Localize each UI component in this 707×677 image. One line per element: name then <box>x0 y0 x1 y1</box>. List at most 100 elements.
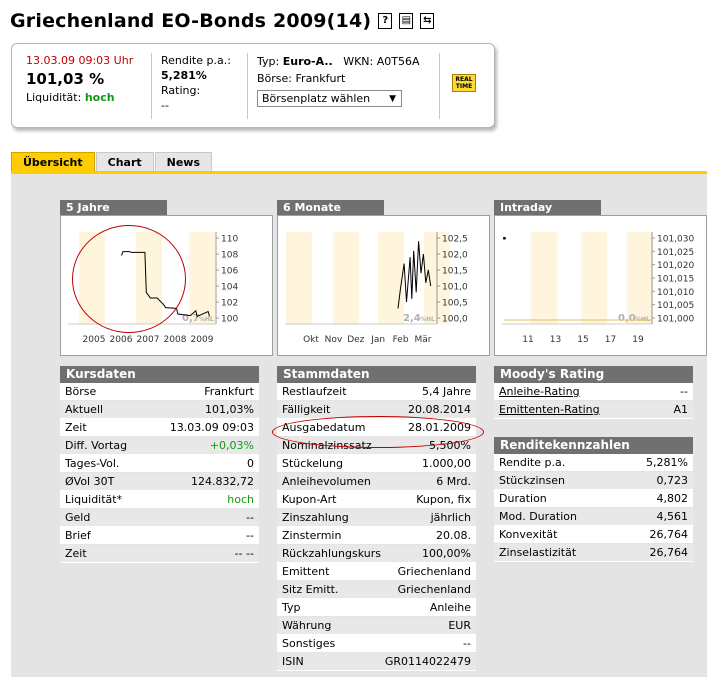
rendite-row: Rendite p.a. 5,281% <box>494 454 693 472</box>
kursdaten-row: Diff. Vortag +0,03% <box>60 437 259 455</box>
rendite-section: Renditekennzahlen Rendite p.a. 5,281% Stüc… <box>494 437 693 562</box>
exchange-line: Börse: Frankfurt <box>257 70 419 87</box>
chart-intraday[interactable]: Intraday 101,030 101,025 101,020 101,015 101… <box>494 200 707 356</box>
annotation-ellipse <box>72 225 186 333</box>
row-value: -- <box>246 529 254 542</box>
chart-x-tick-label: Dez <box>347 335 364 345</box>
chart-y-tick-label: 101,5 <box>442 267 468 277</box>
row-label: Geld <box>65 511 91 524</box>
row-value: 26,764 <box>649 546 689 559</box>
tab-chart[interactable]: Chart <box>95 152 154 172</box>
stammdaten-row: ISIN GR0114022479 <box>277 653 476 671</box>
chart-y-tick-label: 101,025 <box>657 248 694 258</box>
exchange-label: Börse: <box>257 72 293 85</box>
row-value: 100,00% <box>422 547 471 560</box>
stammdaten-row: Zinszahlung jährlich <box>277 509 476 527</box>
chart-x-tick-label: 2005 <box>83 335 106 345</box>
stammdaten-row: Restlaufzeit 5,4 Jahre <box>277 383 476 401</box>
kursdaten-row: Börse Frankfurt <box>60 383 259 401</box>
section-title: Stammdaten <box>277 366 476 383</box>
chart-x-tick-label: 2007 <box>137 335 160 345</box>
chart-band <box>581 232 607 324</box>
row-value: A1 <box>673 403 688 416</box>
chart-y-tick-label: 108 <box>221 251 238 261</box>
chart-y-tick-label: 100,0 <box>442 315 468 325</box>
type-label: Typ: <box>257 55 280 68</box>
quote-info-column: Typ: Euro-A.. WKN: A0T56A Börse: Frankfu… <box>257 53 419 107</box>
row-label: Brief <box>65 529 91 542</box>
row-value: jährlich <box>430 511 471 524</box>
row-value: 1.000,00 <box>422 457 471 470</box>
row-value: -- <box>246 511 254 524</box>
exchange-select[interactable]: Börsenplatz wählen ▼ <box>257 90 402 107</box>
tab-uebersicht[interactable]: Übersicht <box>11 152 95 172</box>
chart-x-tick-label: Okt <box>303 335 319 345</box>
kursdaten-row: Geld -- <box>60 509 259 527</box>
chart-y-tick-label: 106 <box>221 267 238 277</box>
title-row: Griechenland EO-Bonds 2009(14) ? ▤ ⇆ <box>10 8 435 34</box>
row-label: ØVol 30T <box>65 475 115 488</box>
row-label: Stückelung <box>282 457 344 470</box>
kursdaten-rows: Börse Frankfurt Aktuell 101,03% Zeit 13.03.09… <box>60 383 259 563</box>
chart-frame[interactable]: 101,030 101,025 101,020 101,015 101,010 101,0… <box>494 215 707 356</box>
stammdaten-row: Währung EUR <box>277 617 476 635</box>
row-label: Fälligkeit <box>282 403 331 416</box>
chart-y-tick-label: 101,010 <box>657 288 694 298</box>
chart-frame[interactable]: 102,5 102,0 101,5 101,0 100,5 100,0 Okt Nov Dez J… <box>277 215 490 356</box>
chart-y-tick-label: 101,020 <box>657 261 694 271</box>
chart-x-tick-label: Jan <box>370 335 385 345</box>
row-label: Zinstermin <box>282 529 342 542</box>
chart-watermark: 2,4 <box>403 313 421 324</box>
row-value: 0,723 <box>656 474 689 487</box>
chart-x-tick-label: Feb <box>393 335 409 345</box>
chart-y-tick-label: 101,000 <box>657 315 694 325</box>
row-label: Börse <box>65 385 97 398</box>
stammdaten-row: Emittent Griechenland <box>277 563 476 581</box>
row-label: Konvexität <box>499 528 558 541</box>
chart-band <box>378 232 404 324</box>
row-label: Kupon-Art <box>282 493 337 506</box>
kursdaten-row: Liquidität* hoch <box>60 491 259 509</box>
chart-watermark-unit: %HL <box>420 316 435 323</box>
row-label: Emittent <box>282 565 330 578</box>
moodys-row: Anleihe-Rating -- <box>494 383 693 401</box>
rating-label: Rating: <box>161 84 201 97</box>
row-label: Typ <box>282 601 301 614</box>
quote-price: 101,03 % <box>26 70 105 88</box>
chart-y-tick-label: 101,005 <box>657 301 694 311</box>
separator <box>151 53 152 119</box>
print-icon[interactable]: ▤ <box>399 13 414 29</box>
chart-x-tick-label: 19 <box>632 335 644 345</box>
chart-label: Intraday <box>494 200 601 215</box>
liquidity-value: hoch <box>84 91 115 104</box>
chart-y-tick-label: 104 <box>221 283 238 293</box>
row-value: Frankfurt <box>204 385 254 398</box>
chart-label: 6 Monate <box>277 200 384 215</box>
type-wkn-line: Typ: Euro-A.. WKN: A0T56A <box>257 53 419 70</box>
kursdaten-row: Brief -- <box>60 527 259 545</box>
rendite-row: Zinselastizität 26,764 <box>494 544 693 562</box>
chart-data-point <box>503 237 506 240</box>
help-icon[interactable]: ? <box>378 13 393 29</box>
row-label: Diff. Vortag <box>65 439 128 452</box>
row-label: Rückzahlungskurs <box>282 547 381 560</box>
type-value: Euro-A.. <box>282 55 333 68</box>
row-value: 101,03% <box>205 403 254 416</box>
swap-icon[interactable]: ⇆ <box>420 13 435 29</box>
exchange-value: Frankfurt <box>295 72 346 85</box>
page-title: Griechenland EO-Bonds 2009(14) <box>10 10 372 32</box>
row-value: 4,802 <box>656 492 689 505</box>
tab-news[interactable]: News <box>154 152 213 172</box>
row-label: Zeit <box>65 421 87 434</box>
chart-svg: 101,030 101,025 101,020 101,015 101,010 101,0… <box>502 232 694 345</box>
row-label[interactable]: Anleihe-Rating <box>499 383 580 400</box>
row-value: hoch <box>227 493 254 506</box>
stammdaten-row: Zinstermin 20.08. <box>277 527 476 545</box>
chart-band <box>627 232 653 324</box>
rendite-row: Konvexität 26,764 <box>494 526 693 544</box>
stammdaten-row: Kupon-Art Kupon, fix <box>277 491 476 509</box>
chart-y-tick-label: 101,015 <box>657 275 694 285</box>
chart-6-monate[interactable]: 6 Monate 102,5 102,0 101,5 101,0 100,5 100,0 O… <box>277 200 490 356</box>
row-label[interactable]: Emittenten-Rating <box>499 401 600 418</box>
row-label: Zinszahlung <box>282 511 349 524</box>
